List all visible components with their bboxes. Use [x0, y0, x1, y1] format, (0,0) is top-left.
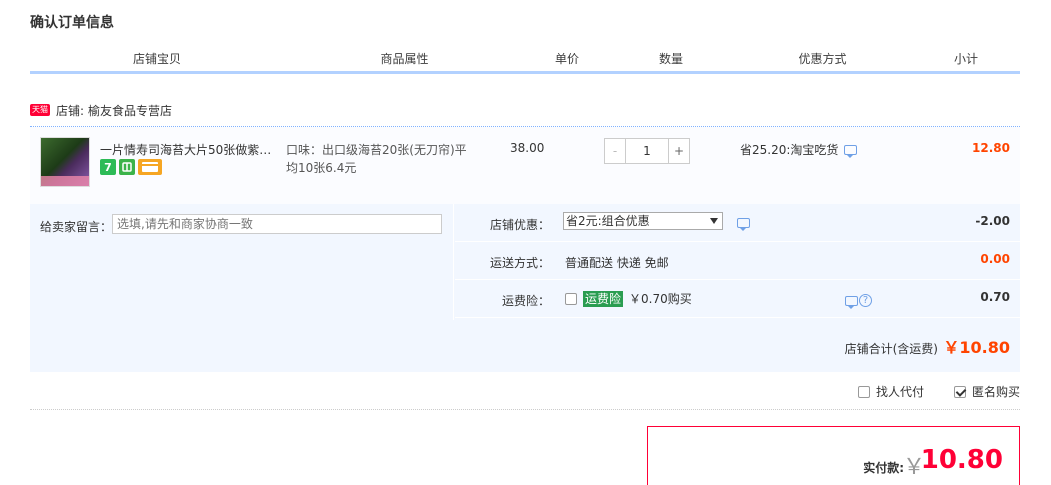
item-discount: 省25.20:淘宝吃货: [740, 141, 858, 158]
shop-discount-selected: 省2元:组合优惠: [566, 214, 650, 228]
shop-discount-select[interactable]: 省2元:组合优惠: [563, 212, 723, 230]
insurance-help-icons: ?: [845, 294, 872, 309]
shipping-amount: 0.00: [980, 252, 1010, 266]
insurance-checkbox[interactable]: [565, 292, 577, 305]
insurance-label: 运费险：: [501, 294, 550, 308]
message-icon[interactable]: [737, 218, 750, 231]
unit-price: 38.00: [510, 141, 545, 155]
product-service-icons: 7: [100, 159, 162, 175]
header-quantity: 数量: [610, 48, 733, 71]
divider: [30, 409, 1020, 410]
shop-discount-amount: -2.00: [975, 214, 1010, 228]
quantity-increase-button[interactable]: +: [668, 139, 689, 163]
header-discount: 优惠方式: [733, 48, 913, 71]
insurance-amount: 0.70: [980, 290, 1010, 304]
header-subtotal: 小计: [913, 48, 1020, 71]
header-shop-item: 店铺宝贝: [30, 48, 285, 71]
memo-pane: 给卖家留言：: [30, 204, 454, 320]
table-header: 店铺宝贝 商品属性 单价 数量 优惠方式 小计: [30, 48, 1020, 74]
anonymous-label[interactable]: 匿名购买: [972, 383, 1020, 400]
shop-label: 店铺:: [56, 103, 85, 118]
order-options: 给卖家留言： 店铺优惠： 省2元:组合优惠 -2.00 运送方式： 普通配送 快…: [30, 204, 1020, 372]
shipping-label: 运送方式：: [489, 256, 550, 270]
seven-day-return-icon[interactable]: 7: [100, 159, 116, 175]
chevron-down-icon: [710, 218, 718, 224]
credit-card-icon[interactable]: [138, 159, 162, 175]
header-attributes: 商品属性: [285, 48, 525, 71]
shop-row: 天猫 店铺: 榆友食品专营店: [30, 100, 172, 120]
extra-options: 找人代付 匿名购买: [857, 383, 1020, 400]
message-icon[interactable]: [844, 144, 858, 158]
help-icon[interactable]: ?: [859, 294, 872, 307]
discount-text: 省25.20:淘宝吃货: [740, 143, 839, 157]
quantity-stepper: - 1 +: [604, 138, 690, 164]
shop-discount-label: 店铺优惠：: [489, 218, 550, 232]
payment-summary: 实付款: ￥ 10.80: [647, 426, 1020, 485]
shop-discount-row: 店铺优惠： 省2元:组合优惠 -2.00: [455, 204, 1020, 242]
quantity-decrease-button[interactable]: -: [605, 139, 626, 163]
order-item-box: 一片情寿司海苔大片50张做紫菜包饭 7 口味：出口级海苔20张(无刀帘)平均10…: [30, 126, 1020, 372]
shop-name-link[interactable]: 榆友食品专营店: [88, 102, 172, 119]
quantity-input[interactable]: 1: [626, 139, 668, 163]
proxy-pay-checkbox[interactable]: [857, 385, 870, 398]
product-title-link[interactable]: 一片情寿司海苔大片50张做紫菜包饭: [100, 141, 280, 158]
page-title: 确认订单信息: [30, 15, 114, 31]
product-thumbnail[interactable]: [40, 137, 90, 187]
shop-total-label: 店铺合计(含运费): [844, 342, 938, 356]
insurance-option: 运费险 ￥0.70购买: [565, 290, 692, 307]
item-subtotal: 12.80: [972, 141, 1010, 155]
anonymous-checkbox[interactable]: [953, 385, 966, 398]
message-icon[interactable]: [845, 295, 858, 309]
tmall-icon: 天猫: [30, 104, 50, 116]
shipping-row: 运送方式： 普通配送 快递 免邮 0.00: [455, 242, 1020, 280]
shop-total-amount: ￥10.80: [943, 338, 1010, 357]
payment-amount: 10.80: [920, 445, 1003, 475]
shipping-method: 普通配送 快递 免邮: [565, 256, 669, 270]
insurance-row: 运费险： 运费险 ￥0.70购买 ? 0.70: [455, 280, 1020, 318]
memo-input[interactable]: [112, 214, 442, 234]
shop-total-row: 店铺合计(含运费) ￥10.80: [30, 320, 1020, 372]
payment-label: 实付款:: [863, 461, 904, 475]
proxy-pay-label[interactable]: 找人代付: [876, 383, 924, 400]
product-attributes: 口味：出口级海苔20张(无刀帘)平均10张6.4元: [286, 143, 467, 175]
insurance-price: ￥0.70购买: [629, 292, 692, 306]
table-row: 一片情寿司海苔大片50张做紫菜包饭 7 口味：出口级海苔20张(无刀帘)平均10…: [30, 127, 1020, 204]
guarantee-icon[interactable]: [119, 159, 135, 175]
header-unit-price: 单价: [525, 48, 610, 71]
memo-label: 给卖家留言：: [40, 220, 113, 234]
insurance-badge: 运费险: [583, 290, 624, 307]
